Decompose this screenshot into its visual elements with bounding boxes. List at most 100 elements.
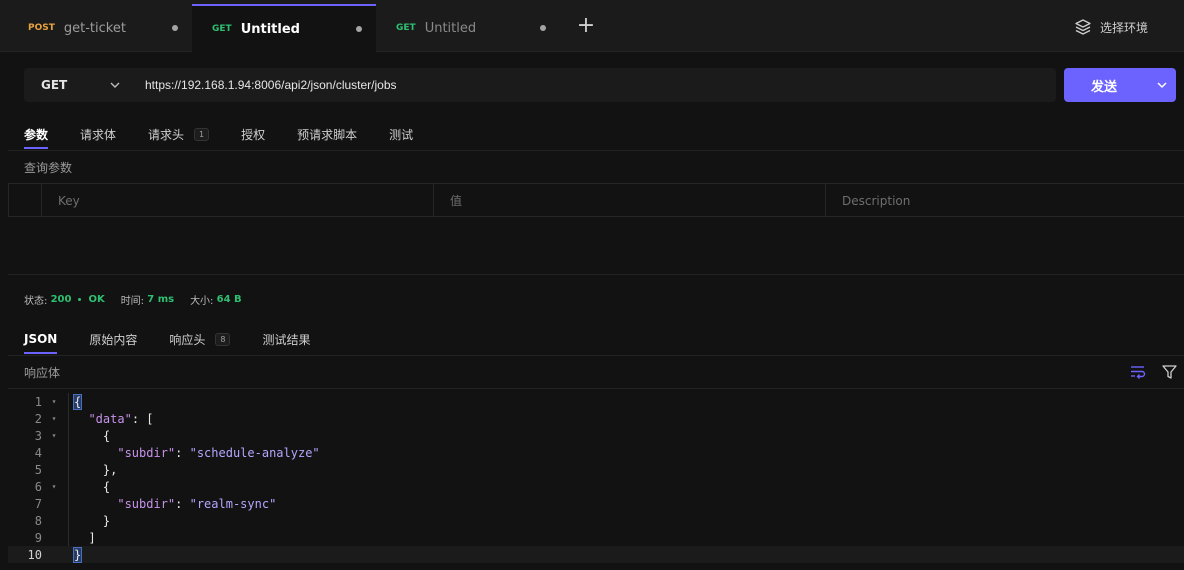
response-status-bar: 状态: 200 OK 时间: 7 ms 大小: 64 B bbox=[24, 292, 242, 307]
count-badge: 1 bbox=[194, 127, 210, 141]
tab-auth[interactable]: 授权 bbox=[241, 119, 265, 149]
fold-arrow-icon[interactable]: ▾ bbox=[42, 431, 66, 440]
line-number: 6 bbox=[34, 479, 42, 494]
environment-select[interactable]: 选择环境 bbox=[1074, 16, 1148, 38]
divider bbox=[8, 150, 1184, 151]
fold-arrow-icon[interactable]: ▾ bbox=[42, 414, 66, 423]
tab-test-results[interactable]: 测试结果 bbox=[262, 324, 310, 354]
code-line: 1 ▾ { bbox=[8, 393, 1184, 410]
response-size: 64 B bbox=[216, 294, 242, 305]
response-body-title: 响应体 bbox=[24, 366, 61, 380]
line-number: 7 bbox=[34, 496, 42, 511]
row-checkbox-column bbox=[8, 184, 41, 217]
unsaved-dot-icon[interactable] bbox=[172, 25, 178, 31]
line-number: 1 bbox=[34, 394, 42, 409]
code-line: 8 } bbox=[8, 512, 1184, 529]
line-number: 3 bbox=[34, 428, 42, 443]
response-json-editor[interactable]: 1 ▾ { 2 ▾ "data": [ 3 ▾ { 4 "subdir": "s… bbox=[8, 393, 1184, 563]
json-key: "subdir" bbox=[117, 496, 176, 511]
chevron-down-icon bbox=[1157, 82, 1167, 89]
request-tab-get-ticket[interactable]: POST get-ticket bbox=[0, 4, 192, 52]
tab-json[interactable]: JSON bbox=[24, 324, 58, 354]
line-number: 10 bbox=[27, 547, 42, 562]
size-label: 大小: bbox=[190, 296, 214, 307]
fold-arrow-icon[interactable]: ▾ bbox=[42, 397, 66, 406]
code-line-current: 10 } bbox=[8, 546, 1184, 563]
filter-icon[interactable] bbox=[1162, 365, 1177, 379]
request-tab-untitled[interactable]: GET Untitled bbox=[376, 4, 560, 52]
fold-arrow-icon[interactable]: ▾ bbox=[42, 482, 66, 491]
tab-label: 参数 bbox=[24, 127, 49, 142]
tab-label: 请求头 bbox=[148, 127, 185, 142]
json-key: "data" bbox=[88, 411, 132, 426]
tab-name: Untitled bbox=[424, 20, 477, 36]
column-header-description[interactable]: Description bbox=[825, 184, 1184, 217]
tab-label: 请求体 bbox=[80, 127, 117, 142]
tab-label: 测试 bbox=[389, 127, 414, 142]
status-label: 状态: bbox=[24, 296, 48, 307]
divider bbox=[8, 274, 1184, 275]
send-button[interactable]: 发送 bbox=[1064, 68, 1176, 102]
column-header-value[interactable]: 值 bbox=[433, 184, 825, 217]
code-line: 9 ] bbox=[8, 529, 1184, 546]
column-header-key[interactable]: Key bbox=[41, 184, 433, 217]
tab-name: Untitled bbox=[240, 21, 300, 37]
count-badge: 8 bbox=[215, 332, 231, 346]
tab-params[interactable]: 参数 bbox=[24, 119, 49, 149]
code-line: 4 "subdir": "schedule-analyze" bbox=[8, 444, 1184, 461]
query-params-table: Key 值 Description bbox=[8, 183, 1184, 217]
request-section-tabs: 参数 请求体 请求头 1 授权 预请求脚本 测试 bbox=[24, 119, 445, 149]
tab-label: 测试结果 bbox=[262, 332, 311, 347]
code-line: 6 ▾ { bbox=[8, 478, 1184, 495]
time-label: 时间: bbox=[120, 296, 145, 307]
query-params-title: 查询参数 bbox=[24, 161, 73, 175]
line-number: 2 bbox=[34, 411, 42, 426]
unsaved-dot-icon[interactable] bbox=[540, 25, 546, 31]
tab-response-headers[interactable]: 响应头 8 bbox=[169, 324, 231, 354]
tab-label: JSON bbox=[24, 332, 58, 346]
json-string-value: "realm-sync" bbox=[189, 496, 277, 511]
tab-label: 预请求脚本 bbox=[297, 127, 358, 142]
method-value: GET bbox=[41, 78, 68, 92]
environment-label: 选择环境 bbox=[1100, 20, 1149, 35]
tab-label: 授权 bbox=[241, 127, 266, 142]
response-time: 7 ms bbox=[147, 294, 175, 305]
request-tab-bar: POST get-ticket GET Untitled GET Untitle… bbox=[0, 0, 1184, 52]
tab-pre-request-script[interactable]: 预请求脚本 bbox=[297, 119, 357, 149]
code-line: 3 ▾ { bbox=[8, 427, 1184, 444]
status-text: OK bbox=[88, 294, 105, 305]
code-line: 5 }, bbox=[8, 461, 1184, 478]
line-number: 5 bbox=[34, 462, 42, 477]
send-label: 发送 bbox=[1090, 79, 1117, 95]
line-number: 9 bbox=[34, 530, 42, 545]
tab-name: get-ticket bbox=[63, 20, 126, 36]
divider bbox=[8, 355, 1184, 356]
code-line: 7 "subdir": "realm-sync" bbox=[8, 495, 1184, 512]
send-options-dropdown[interactable] bbox=[1148, 68, 1176, 102]
code-line: 2 ▾ "data": [ bbox=[8, 410, 1184, 427]
word-wrap-icon[interactable] bbox=[1130, 365, 1146, 379]
new-tab-plus-icon[interactable]: + bbox=[576, 14, 596, 38]
tab-tests[interactable]: 测试 bbox=[389, 119, 413, 149]
line-number: 8 bbox=[34, 513, 42, 528]
tab-body[interactable]: 请求体 bbox=[80, 119, 116, 149]
method-dropdown[interactable]: GET bbox=[24, 68, 134, 102]
unsaved-dot-icon[interactable] bbox=[356, 26, 362, 32]
status-code: 200 bbox=[50, 294, 72, 305]
url-input[interactable] bbox=[134, 68, 1056, 102]
tab-label: 响应头 bbox=[169, 332, 206, 347]
request-tab-untitled-active[interactable]: GET Untitled bbox=[192, 4, 376, 52]
tab-headers[interactable]: 请求头 1 bbox=[148, 119, 210, 149]
method-badge: GET bbox=[396, 23, 416, 33]
method-badge: POST bbox=[28, 23, 55, 33]
json-string-value: "schedule-analyze" bbox=[189, 445, 320, 460]
chevron-down-icon bbox=[110, 82, 120, 88]
divider bbox=[8, 388, 1184, 389]
line-number: 4 bbox=[34, 445, 42, 460]
response-section-tabs: JSON 原始内容 响应头 8 测试结果 bbox=[24, 324, 343, 354]
status-dot-icon bbox=[78, 298, 82, 301]
request-url-bar: GET bbox=[24, 68, 1056, 102]
json-key: "subdir" bbox=[117, 445, 176, 460]
tab-raw[interactable]: 原始内容 bbox=[89, 324, 137, 354]
tab-label: 原始内容 bbox=[89, 332, 138, 347]
